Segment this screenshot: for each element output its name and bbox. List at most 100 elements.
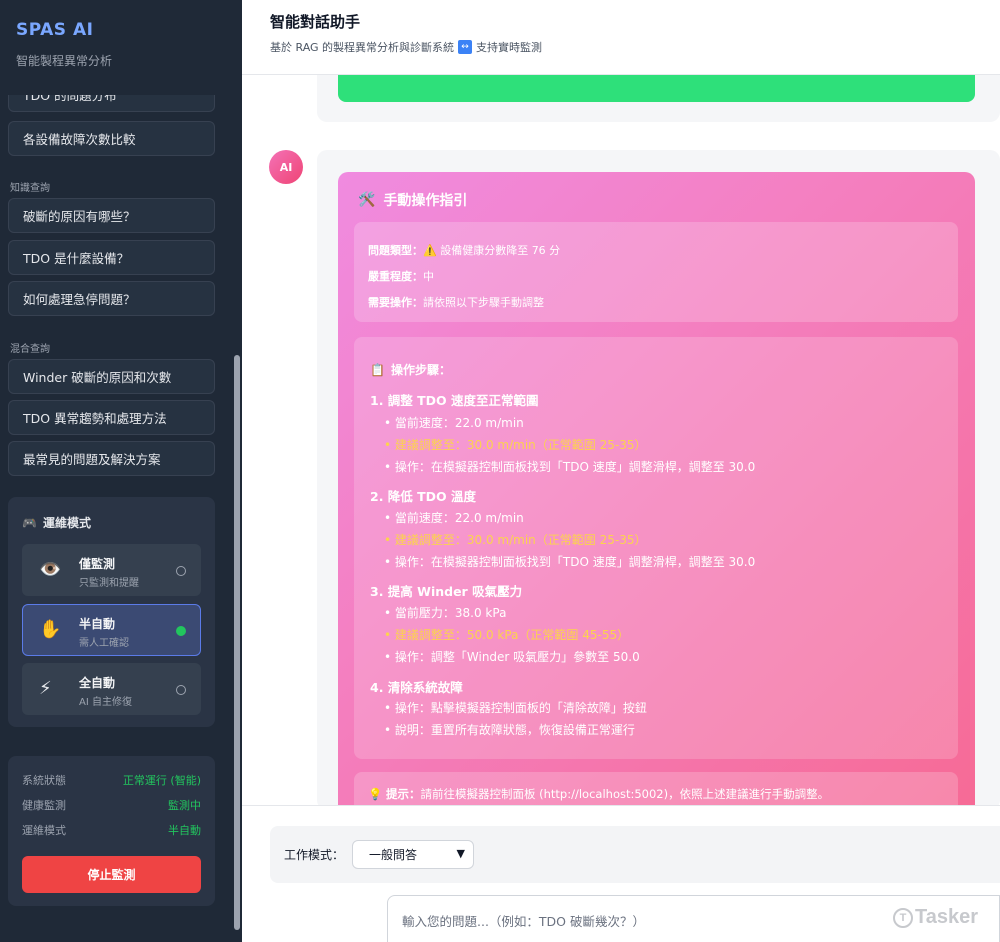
section-label-knowledge: 知識查詢 [10,183,50,194]
stop-monitoring-button[interactable]: 停止監測 [22,856,201,893]
issue-info-box: 問題類型：⚠️ 設備健康分數降至 76 分 嚴重程度：中 需要操作：請依照以下步… [354,222,958,322]
step-title: 3. 提高 Winder 吸氣壓力 [370,584,523,599]
sidebar-item-tdo-trend[interactable]: TDO 異常趨勢和處理方法 [8,400,215,435]
sidebar-item-emergency-stop[interactable]: 如何處理急停問題？ [8,281,215,316]
steps-heading-label: 操作步驟： [390,363,451,377]
sidebar-item-tdo-distribution[interactable]: TDO 的問題分布 [8,95,215,112]
previous-message [317,75,1000,122]
info-severity: 嚴重程度：中 [368,268,434,284]
mode-option-full-auto[interactable]: ⚡ 全自動 AI 自主修復 [22,663,201,715]
question-input[interactable]: 輸入您的問題...（例如：TDO 破斷幾次？） T Tasker [387,895,1000,942]
page-subtitle-left: 基於 RAG 的製程異常分析與診斷系統 [270,41,455,54]
tip-body: 請前往模擬器控制面板 (http://localhost:5002)，依照上述建… [420,787,830,801]
radio-indicator-selected[interactable] [176,626,186,636]
manual-guide-card: 🛠️ 手動操作指引 問題類型：⚠️ 設備健康分數降至 76 分 嚴重程度：中 需… [338,172,975,805]
card-title: 🛠️ 手動操作指引 [358,190,467,210]
chevron-down-icon: ▼ [456,847,465,860]
sidebar-item-break-causes[interactable]: 破斷的原因有哪些？ [8,198,215,233]
ops-mode-heading-label: 運維模式 [42,516,91,530]
clipboard-icon: 📋 [370,362,385,377]
hand-icon: ✋ [39,619,62,640]
ai-avatar: AI [269,150,303,184]
info-label: 嚴重程度： [368,270,423,283]
step-item-highlight: • 建議調整至：50.0 kPa（正常範圍 45-55） [384,628,630,642]
section-label-hybrid: 混合查詢 [10,344,50,355]
status-row-system: 系統狀態 正常運行 (智能) [22,772,201,788]
info-value: 中 [423,270,434,283]
status-row-ops-mode: 運維模式 半自動 [22,822,201,838]
info-issue-type: 問題類型：⚠️ 設備健康分數降至 76 分 [368,242,560,258]
step-item: • 當前壓力：38.0 kPa [384,606,507,620]
steps-box: 📋 操作步驟： 1. 調整 TDO 速度至正常範圍 • 當前速度：22.0 m/… [354,337,958,759]
step-item: • 操作：在模擬器控制面板找到「TDO 速度」調整滑桿，調整至 30.0 [384,555,756,569]
mode-option-desc: 需人工確認 [79,638,129,649]
mode-option-name: 僅監測 [79,557,116,571]
status-panel: 系統狀態 正常運行 (智能) 健康監測 監測中 運維模式 半自動 停止監測 [8,756,215,906]
mode-option-semi-auto[interactable]: ✋ 半自動 需人工確認 [22,604,201,656]
mode-option-monitor-only[interactable]: 👁️ 僅監測 只監測和提醒 [22,544,201,596]
step-item: • 當前速度：22.0 m/min [384,511,524,525]
step-item-highlight: • 建議調整至：30.0 m/min（正常範圍 25-35） [384,438,647,452]
tip-box: 💡 提示：請前往模擬器控制面板 (http://localhost:5002)，… [354,772,958,805]
info-value: ⚠️ 設備健康分數降至 76 分 [423,244,561,257]
mode-option-desc: 只監測和提醒 [79,578,139,589]
step-title: 1. 調整 TDO 速度至正常範圍 [370,393,539,408]
previous-message-banner [338,75,975,102]
info-value: 請依照以下步驟手動調整 [423,296,544,309]
card-title-label: 手動操作指引 [383,193,468,209]
tasker-watermark-logo: T Tasker [893,906,978,929]
page-subtitle: 基於 RAG 的製程異常分析與診斷系統 ↔ 支持實時監測 [270,39,542,55]
work-mode-select[interactable]: 一般問答 ▼ [352,840,474,869]
status-label: 運維模式 [22,824,66,837]
gamepad-icon: 🎮 [22,515,37,530]
work-mode-label: 工作模式： [284,848,345,862]
sidebar-scrollbar-thumb[interactable] [234,355,240,930]
sidebar-item-common-issues[interactable]: 最常見的問題及解決方案 [8,441,215,476]
sidebar-item-what-is-tdo[interactable]: TDO 是什麼設備？ [8,240,215,275]
radio-indicator[interactable] [176,566,186,576]
work-mode-value: 一般問答 [369,848,418,862]
step-item: • 操作：調整「Winder 吸氣壓力」參數至 50.0 [384,650,640,664]
status-value: 監測中 [168,799,201,812]
brand-title: SPAS AI [16,20,94,40]
step-item: • 操作：點擊模擬器控制面板的「清除故障」按鈕 [384,701,647,715]
step-item: • 操作：在模擬器控制面板找到「TDO 速度」調整滑桿，調整至 30.0 [384,460,756,474]
step-item-highlight: • 建議調整至：30.0 m/min（正常範圍 25-35） [384,533,647,547]
step-item: • 當前速度：22.0 m/min [384,416,524,430]
sidebar: SPAS AI 智能製程異常分析 TDO 的問題分布 各設備故障次數比較 知識查… [0,0,242,942]
tip-label: 提示： [385,787,421,801]
ops-mode-panel: 🎮 運維模式 👁️ 僅監測 只監測和提醒 ✋ 半自動 需人工確認 ⚡ 全自動 A… [8,497,215,727]
ai-message: 🛠️ 手動操作指引 問題類型：⚠️ 設備健康分數降至 76 分 嚴重程度：中 需… [317,150,1000,805]
composer: 工作模式： 一般問答 ▼ 輸入您的問題...（例如：TDO 破斷幾次？） T T… [242,805,1000,942]
page-subtitle-right: 支持實時監測 [476,41,543,54]
lightbulb-icon: 💡 [368,787,383,801]
sidebar-scroll-area: TDO 的問題分布 各設備故障次數比較 知識查詢 破斷的原因有哪些？ TDO 是… [0,95,242,942]
watermark-text: Tasker [915,906,979,928]
radio-indicator[interactable] [176,685,186,695]
step-item: • 說明：重置所有故障狀態，恢復設備正常運行 [384,723,635,737]
steps-heading: 📋 操作步驟： [370,361,451,378]
ops-mode-heading: 🎮 運維模式 [22,514,91,531]
step-title: 2. 降低 TDO 溫度 [370,489,477,504]
chat-area[interactable]: AI 🛠️ 手動操作指引 問題類型：⚠️ 設備健康分數降至 76 分 嚴重程度：… [242,75,1000,805]
status-value: 半自動 [168,824,201,837]
status-label: 系統狀態 [22,774,66,787]
status-label: 健康監測 [22,799,66,812]
header: 智能對話助手 基於 RAG 的製程異常分析與診斷系統 ↔ 支持實時監測 [242,0,1000,75]
lightning-icon: ⚡ [39,678,52,699]
sidebar-item-winder-break[interactable]: Winder 破斷的原因和次數 [8,359,215,394]
sidebar-item-device-fault-compare[interactable]: 各設備故障次數比較 [8,121,215,156]
brand-subtitle: 智能製程異常分析 [16,54,113,68]
mode-option-name: 半自動 [79,617,116,631]
step-title: 4. 清除系統故障 [370,680,463,695]
status-row-health: 健康監測 監測中 [22,797,201,813]
question-input-placeholder: 輸入您的問題...（例如：TDO 破斷幾次？） [402,914,645,929]
left-right-arrow-icon: ↔ [458,40,473,54]
mode-option-name: 全自動 [79,676,116,690]
main-area: 智能對話助手 基於 RAG 的製程異常分析與診斷系統 ↔ 支持實時監測 AI 🛠… [242,0,1000,942]
brand: SPAS AI 智能製程異常分析 [0,0,242,95]
tasker-logo-icon: T [893,907,913,928]
sidebar-scrollbar[interactable] [234,97,240,937]
info-required-action: 需要操作：請依照以下步驟手動調整 [368,294,544,310]
eye-icon: 👁️ [39,559,62,580]
